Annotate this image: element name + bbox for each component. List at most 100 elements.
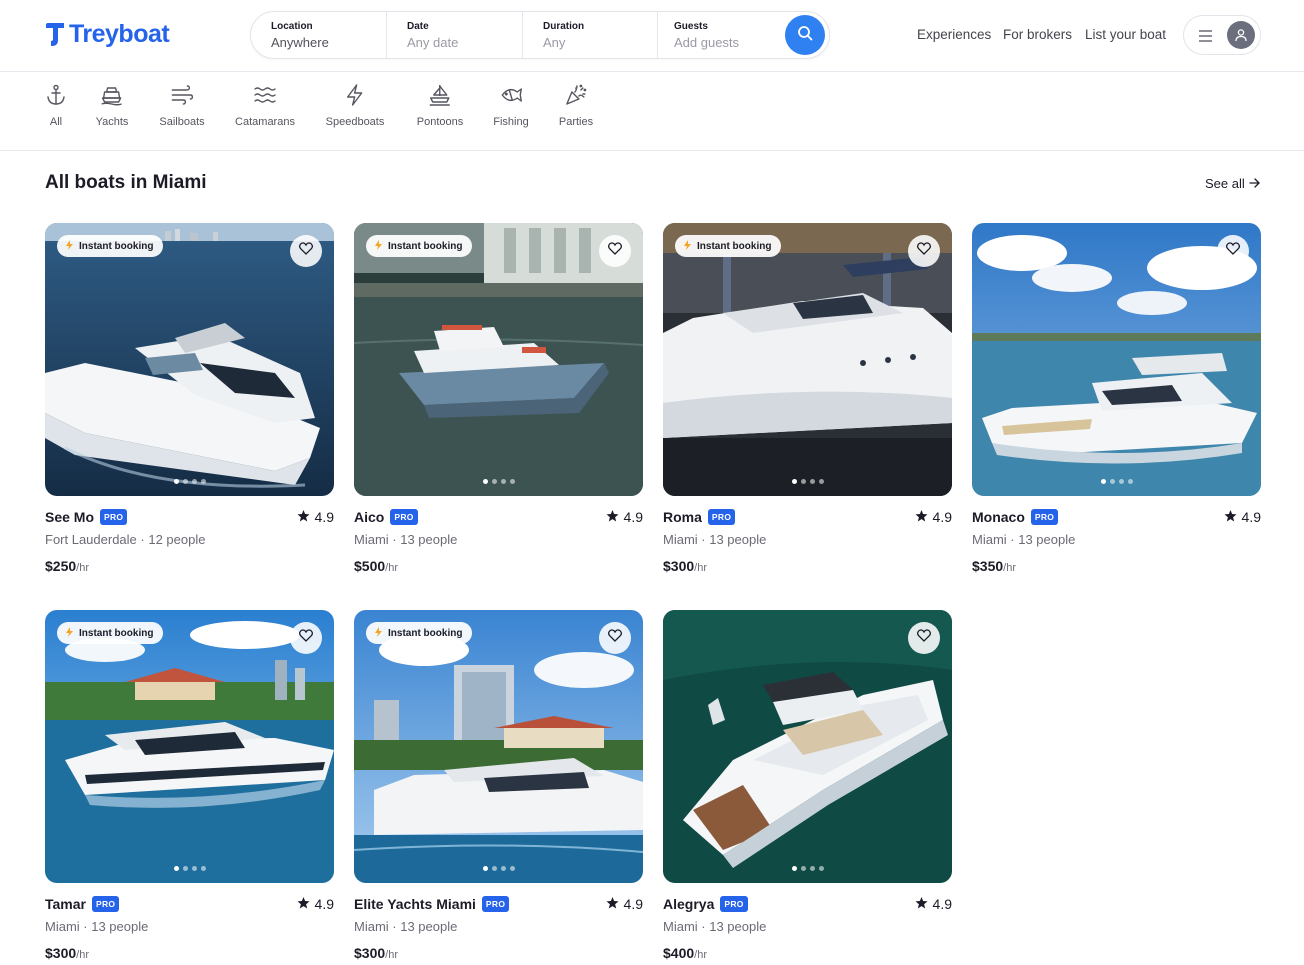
category-label: Parties bbox=[558, 116, 594, 128]
boat-subtitle: Miami · 13 people bbox=[45, 919, 149, 934]
boat-photo[interactable]: Instant booking bbox=[45, 610, 334, 883]
category-catamarans[interactable]: Catamarans bbox=[235, 82, 295, 128]
price-value: $350 bbox=[972, 558, 1004, 574]
search-button[interactable] bbox=[785, 15, 825, 55]
instant-booking-label: Instant booking bbox=[79, 627, 154, 639]
category-parties[interactable]: Parties bbox=[559, 82, 593, 128]
boat-card-see-mo[interactable]: Instant booking See Mo PRO 4.9 Fort Laud… bbox=[45, 223, 334, 574]
favorite-button[interactable] bbox=[290, 622, 322, 654]
rating-value: 4.9 bbox=[623, 509, 643, 525]
heart-icon bbox=[607, 242, 623, 260]
location-field[interactable]: Location Anywhere bbox=[251, 12, 387, 58]
duration-placeholder: Any bbox=[543, 35, 566, 50]
category-speedboats[interactable]: Speedboats bbox=[325, 82, 385, 128]
duration-label: Duration bbox=[543, 21, 585, 32]
boat-card-elite-yachts-miami[interactable]: Instant booking Elite Yachts Miami PRO 4… bbox=[354, 610, 643, 961]
boat-card-tamar[interactable]: Instant booking Tamar PRO 4.9 Miami · 13… bbox=[45, 610, 334, 961]
favorite-button[interactable] bbox=[908, 235, 940, 267]
instant-booking-badge: Instant booking bbox=[675, 235, 782, 257]
boat-rating: 4.9 bbox=[297, 509, 334, 525]
boat-photo[interactable]: Instant booking bbox=[663, 223, 952, 496]
rating-value: 4.9 bbox=[314, 896, 334, 912]
boat-card-aico[interactable]: Instant booking Aico PRO 4.9 Miami · 13 … bbox=[354, 223, 643, 574]
boat-name-text: Roma bbox=[663, 509, 702, 525]
instant-booking-label: Instant booking bbox=[79, 240, 154, 252]
category-yachts[interactable]: Yachts bbox=[96, 82, 129, 128]
category-pontoons[interactable]: Pontoons bbox=[417, 82, 463, 128]
search-bar: Location Anywhere Date Any date Duration… bbox=[250, 11, 830, 59]
location-label: Location bbox=[271, 21, 313, 32]
guests-label: Guests bbox=[674, 21, 708, 32]
heart-icon bbox=[916, 629, 932, 647]
boat-card-roma[interactable]: Instant booking Roma PRO 4.9 Miami · 13 … bbox=[663, 223, 952, 574]
nav-list-your-boat[interactable]: List your boat bbox=[1085, 27, 1166, 42]
boat-subtitle: Miami · 13 people bbox=[354, 532, 458, 547]
boat-photo[interactable]: Instant booking bbox=[45, 223, 334, 496]
bolt-icon bbox=[65, 626, 74, 640]
pro-badge: PRO bbox=[1030, 509, 1059, 525]
boat-name-text: Monaco bbox=[972, 509, 1025, 525]
carousel-dots[interactable] bbox=[1100, 479, 1133, 484]
favorite-button[interactable] bbox=[290, 235, 322, 267]
star-icon bbox=[297, 509, 310, 525]
favorite-button[interactable] bbox=[908, 622, 940, 654]
see-all-label: See all bbox=[1205, 176, 1245, 191]
boat-rating: 4.9 bbox=[297, 896, 334, 912]
boat-subtitle: Fort Lauderdale · 12 people bbox=[45, 532, 206, 547]
guests-field[interactable]: Guests Add guests bbox=[658, 12, 778, 58]
favorite-button[interactable] bbox=[599, 622, 631, 654]
boat-photo[interactable] bbox=[663, 610, 952, 883]
category-label: Fishing bbox=[493, 116, 529, 128]
boat-photo[interactable]: Instant booking bbox=[354, 223, 643, 496]
category-sailboats[interactable]: Sailboats bbox=[159, 82, 205, 128]
guests-placeholder: Add guests bbox=[674, 35, 740, 50]
boat-name: Elite Yachts Miami PRO bbox=[354, 896, 510, 912]
category-label: Speedboats bbox=[325, 116, 385, 128]
boat-price: $300/hr bbox=[45, 945, 334, 961]
boat-name: Tamar PRO bbox=[45, 896, 120, 912]
carousel-dots[interactable] bbox=[173, 866, 206, 871]
brand-logo[interactable]: Treyboat bbox=[45, 20, 170, 49]
yacht-icon bbox=[96, 82, 129, 108]
category-fishing[interactable]: Fishing bbox=[493, 82, 529, 128]
price-value: $250 bbox=[45, 558, 77, 574]
brand-name: Treyboat bbox=[69, 20, 170, 48]
rating-value: 4.9 bbox=[314, 509, 334, 525]
date-placeholder: Any date bbox=[407, 35, 459, 50]
boat-rating: 4.9 bbox=[606, 509, 643, 525]
category-label: All bbox=[49, 116, 63, 128]
price-unit: /hr bbox=[385, 562, 398, 574]
pro-badge: PRO bbox=[100, 509, 128, 525]
boat-rating: 4.9 bbox=[606, 896, 643, 912]
boat-price: $300/hr bbox=[663, 558, 952, 574]
see-all-link[interactable]: See all bbox=[1205, 176, 1260, 191]
bolt-icon bbox=[65, 239, 74, 253]
boat-photo[interactable] bbox=[972, 223, 1261, 496]
nav-for-brokers[interactable]: For brokers bbox=[1003, 27, 1072, 42]
price-unit: /hr bbox=[76, 949, 89, 961]
price-unit: /hr bbox=[1003, 562, 1016, 574]
favorite-button[interactable] bbox=[599, 235, 631, 267]
boat-card-alegrya[interactable]: Alegrya PRO 4.9 Miami · 13 people $400/h… bbox=[663, 610, 952, 961]
user-menu-button[interactable] bbox=[1183, 15, 1261, 55]
carousel-dots[interactable] bbox=[482, 866, 515, 871]
carousel-dots[interactable] bbox=[791, 479, 824, 484]
nav-experiences[interactable]: Experiences bbox=[917, 27, 991, 42]
boat-price: $400/hr bbox=[663, 945, 952, 961]
price-unit: /hr bbox=[385, 949, 398, 961]
duration-field[interactable]: Duration Any bbox=[523, 12, 658, 58]
carousel-dots[interactable] bbox=[173, 479, 206, 484]
rating-value: 4.9 bbox=[1241, 509, 1261, 525]
date-field[interactable]: Date Any date bbox=[387, 12, 523, 58]
price-value: $400 bbox=[663, 945, 695, 961]
boat-photo[interactable]: Instant booking bbox=[354, 610, 643, 883]
favorite-button[interactable] bbox=[1217, 235, 1249, 267]
heart-icon bbox=[916, 242, 932, 260]
boat-price: $350/hr bbox=[972, 558, 1261, 574]
boat-name: Alegrya PRO bbox=[663, 896, 748, 912]
category-all[interactable]: All bbox=[46, 82, 66, 128]
heart-icon bbox=[607, 629, 623, 647]
carousel-dots[interactable] bbox=[791, 866, 824, 871]
boat-card-monaco[interactable]: Monaco PRO 4.9 Miami · 13 people $350/hr bbox=[972, 223, 1261, 574]
carousel-dots[interactable] bbox=[482, 479, 515, 484]
